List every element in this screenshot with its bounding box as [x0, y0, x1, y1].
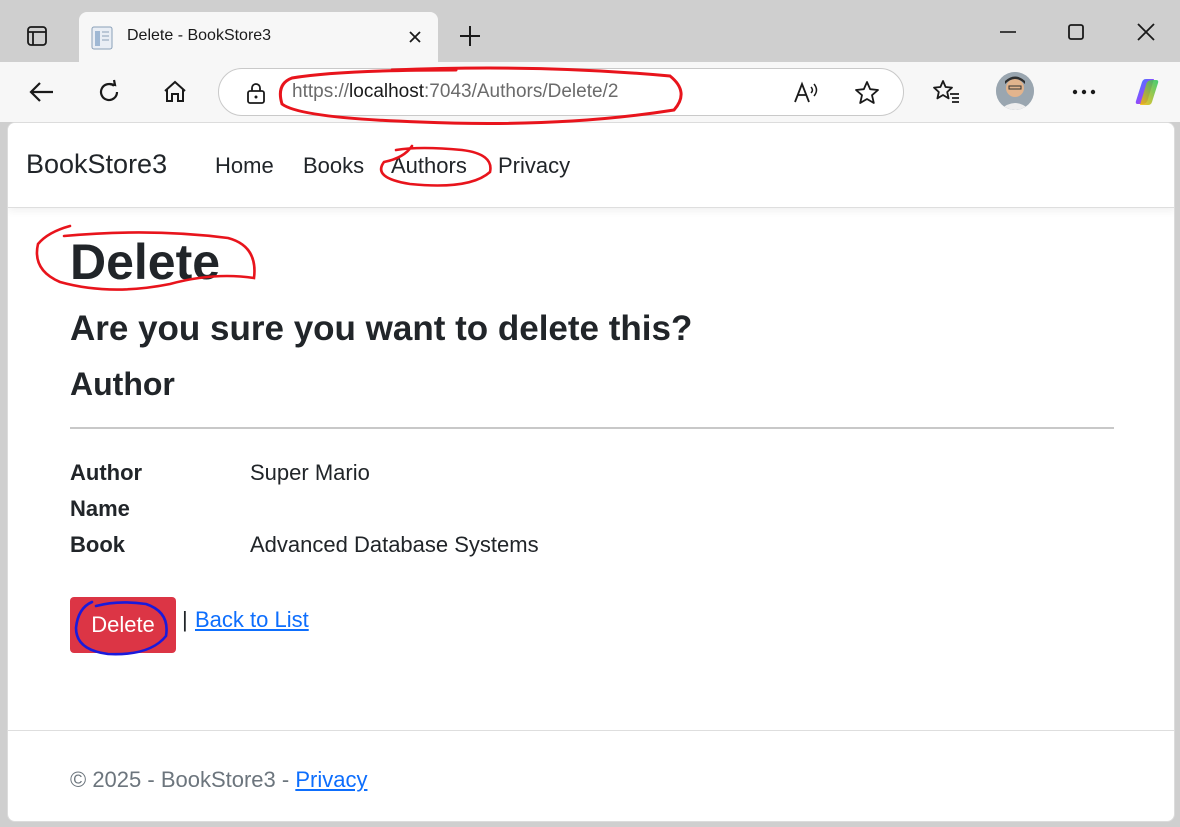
lock-icon[interactable]: [245, 82, 267, 104]
field-value-book: Advanced Database Systems: [250, 532, 539, 557]
window-close-icon[interactable]: [1126, 12, 1166, 52]
browser-toolbar: https://localhost:7043/Authors/Delete/2: [0, 62, 1180, 122]
page-title: Delete: [70, 234, 221, 290]
tab-strip: Delete - BookStore3: [0, 0, 1180, 62]
plus-icon[interactable]: [452, 18, 488, 54]
browser-tab[interactable]: Delete - BookStore3: [79, 12, 438, 62]
back-arrow-icon[interactable]: [22, 72, 62, 112]
avatar[interactable]: [996, 72, 1034, 110]
nav-link-home[interactable]: Home: [215, 153, 274, 179]
divider: [70, 427, 1114, 429]
link-separator: |: [182, 607, 188, 632]
refresh-icon[interactable]: [89, 72, 129, 112]
site-footer: © 2025 - BookStore3 - Privacy: [8, 730, 1174, 821]
page-icon: [91, 26, 113, 50]
url-path: :7043/Authors/Delete/2: [424, 81, 619, 102]
tab-title: Delete - BookStore3: [127, 27, 272, 44]
url-text: https://localhost:7043/Authors/Delete/2: [292, 81, 618, 103]
url-host: localhost: [349, 81, 425, 102]
brand-link[interactable]: BookStore3: [26, 149, 167, 180]
more-icon[interactable]: [1064, 72, 1104, 112]
minimize-icon[interactable]: [988, 12, 1028, 52]
footer-privacy-link[interactable]: Privacy: [295, 767, 367, 792]
confirm-heading: Are you sure you want to delete this?: [70, 309, 693, 348]
url-scheme: https://: [292, 81, 350, 102]
read-aloud-icon[interactable]: [793, 79, 821, 107]
footer-copyright: © 2025 - BookStore3 -: [70, 767, 296, 792]
home-icon[interactable]: [155, 72, 195, 112]
address-bar[interactable]: https://localhost:7043/Authors/Delete/2: [218, 68, 904, 116]
copilot-icon[interactable]: [1127, 72, 1167, 112]
footer-text: © 2025 - BookStore3 - Privacy: [70, 767, 367, 793]
field-value-author-name: Super Mario: [250, 460, 370, 485]
field-label-author-name-line2: Name: [70, 496, 130, 521]
nav-link-books[interactable]: Books: [303, 153, 364, 179]
field-label-book: Book: [70, 532, 125, 557]
favorites-icon[interactable]: [926, 72, 966, 112]
page-viewport: BookStore3 Home Books Authors Privacy De…: [7, 122, 1175, 822]
site-navbar: BookStore3 Home Books Authors Privacy: [8, 123, 1174, 208]
tab-actions-icon[interactable]: [18, 17, 56, 55]
star-icon[interactable]: [853, 79, 881, 107]
entity-heading: Author: [70, 366, 175, 402]
maximize-icon[interactable]: [1056, 12, 1096, 52]
field-label-author-name-line1: Author: [70, 460, 143, 485]
delete-button[interactable]: Delete: [70, 597, 176, 653]
nav-link-privacy[interactable]: Privacy: [498, 153, 570, 179]
back-to-list-link[interactable]: Back to List: [195, 607, 309, 633]
nav-link-authors[interactable]: Authors: [391, 153, 467, 179]
close-icon[interactable]: [404, 26, 426, 48]
